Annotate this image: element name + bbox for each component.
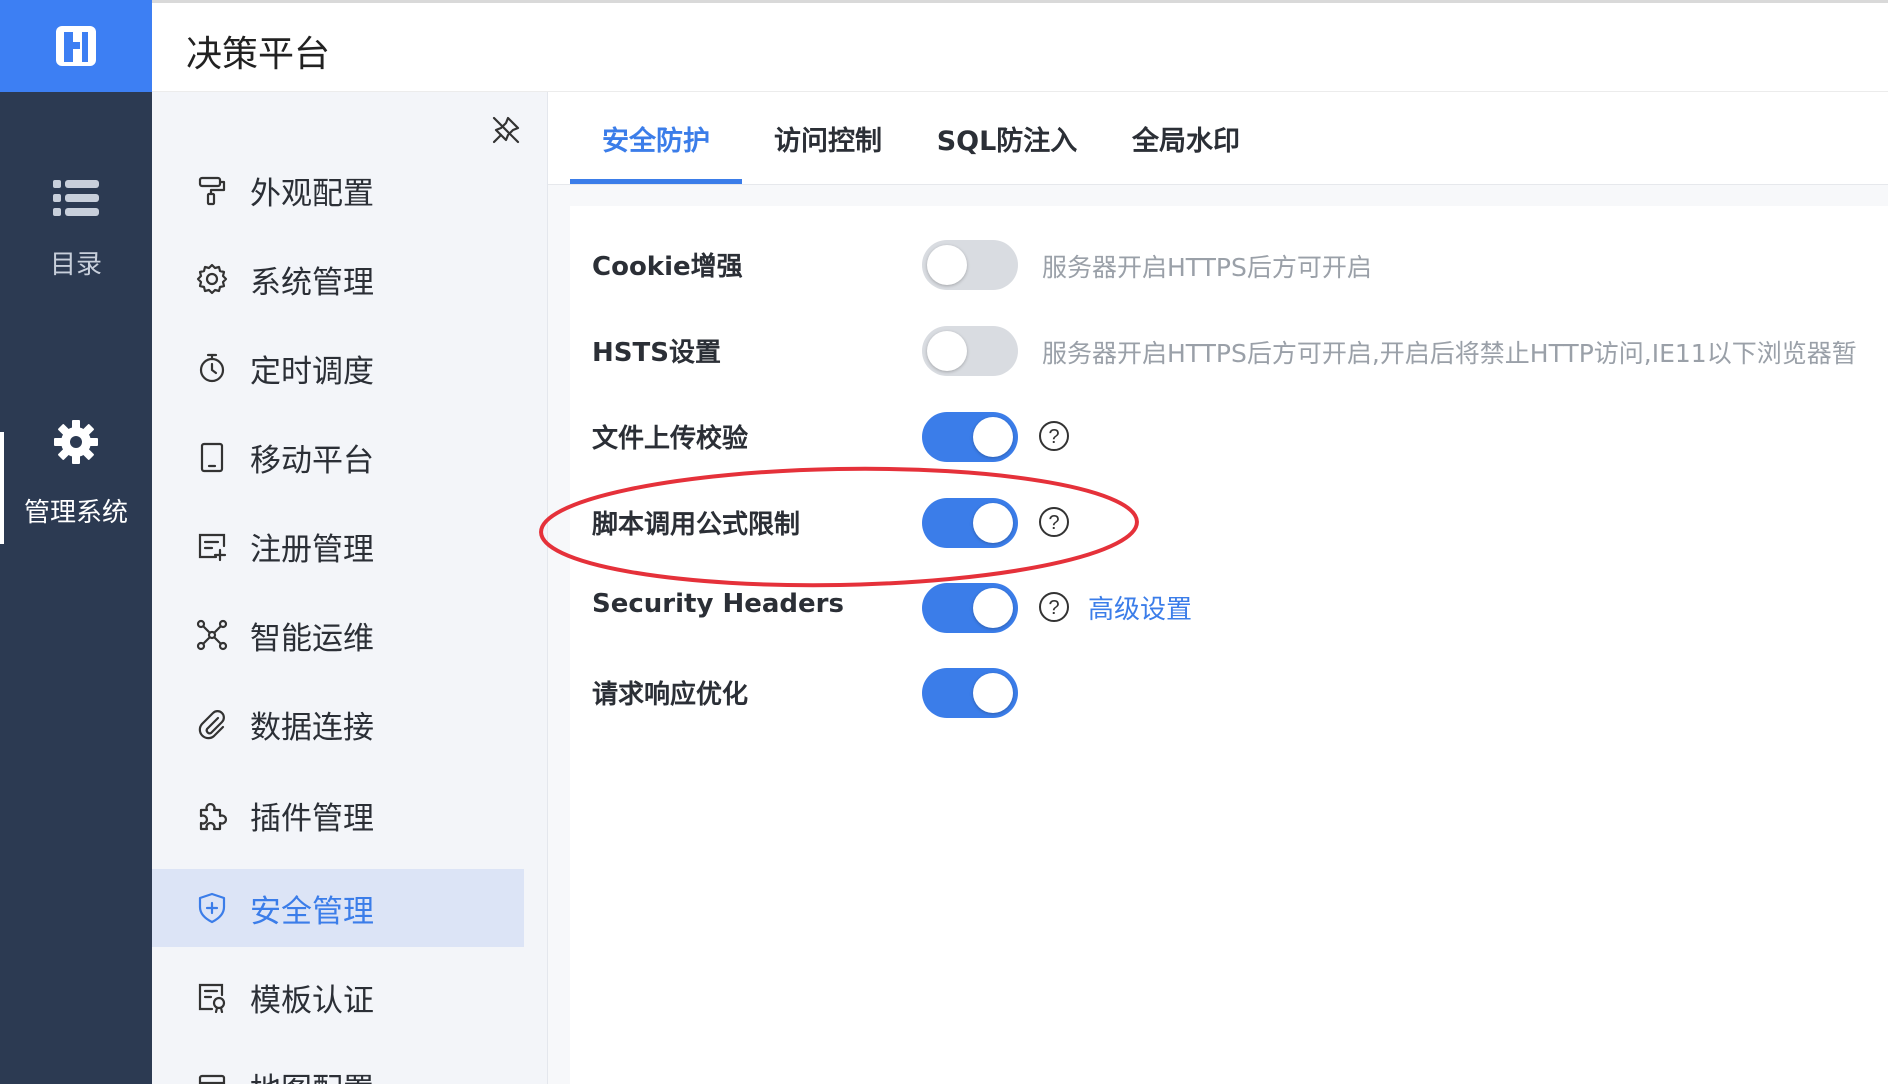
menu-item-label: 注册管理 [250, 531, 374, 568]
setting-hint: 服务器开启HTTPS后方可开启 [1042, 253, 1372, 282]
svg-text:?: ? [1048, 426, 1059, 448]
toggle-knob [973, 417, 1013, 457]
setting-label: 文件上传校验 [592, 424, 749, 454]
paint-roller-icon [194, 172, 230, 208]
menu-item-label: 系统管理 [250, 264, 374, 301]
menu-item-schedule[interactable]: 定时调度 [152, 329, 524, 407]
content-area: 安全防护 访问控制 SQL防注入 全局水印 Cookie增强 服务器开启HTTP… [548, 92, 1888, 1084]
menu-item-label: 插件管理 [250, 800, 374, 837]
secondary-menu: 外观配置 系统管理 定时调度 移动平台 注册管理 智能运维 数据连接 插件管理 … [152, 92, 548, 1084]
response-opt-toggle[interactable] [922, 668, 1018, 718]
tablet-icon [194, 439, 230, 475]
setting-label: HSTS设置 [592, 338, 721, 368]
menu-item-label: 模板认证 [250, 982, 374, 1019]
rail-item-management[interactable]: 管理系统 [0, 418, 152, 529]
certificate-icon [194, 979, 230, 1015]
menu-item-label: 数据连接 [250, 709, 374, 746]
setting-row-upload-check: 文件上传校验 ? [570, 406, 1888, 466]
toggle-knob [973, 673, 1013, 713]
setting-row-security-headers: Security Headers ? 高级设置 [570, 577, 1888, 637]
menu-item-template-auth[interactable]: 模板认证 [152, 958, 524, 1036]
setting-hint: 服务器开启HTTPS后方可开启,开启后将禁止HTTP访问,IE11以下浏览器暂 [1042, 339, 1857, 368]
svg-text:?: ? [1048, 597, 1059, 619]
active-tab-indicator [570, 179, 742, 184]
script-formula-toggle[interactable] [922, 498, 1018, 548]
shield-icon [194, 890, 230, 926]
left-rail: 目录 管理系统 [0, 0, 152, 1084]
list-icon [53, 180, 99, 216]
cookie-toggle[interactable] [922, 240, 1018, 290]
menu-item-label: 安全管理 [250, 893, 374, 930]
toggle-knob [973, 503, 1013, 543]
menu-item-register[interactable]: 注册管理 [152, 507, 524, 585]
advanced-settings-link[interactable]: 高级设置 [1088, 589, 1192, 626]
toggle-knob [927, 245, 967, 285]
menu-item-appearance[interactable]: 外观配置 [152, 151, 524, 229]
logo-icon [56, 26, 96, 66]
map-icon [194, 1068, 230, 1084]
gear-outline-icon [194, 261, 230, 297]
register-icon [194, 528, 230, 564]
toggle-knob [973, 588, 1013, 628]
tab-bar: 安全防护 访问控制 SQL防注入 全局水印 [548, 92, 1888, 185]
toggle-knob [927, 331, 967, 371]
tab-access-control[interactable]: 访问控制 [742, 92, 914, 185]
setting-label: Cookie增强 [592, 252, 743, 282]
menu-item-label: 智能运维 [250, 620, 374, 657]
tab-global-watermark[interactable]: 全局水印 [1100, 92, 1272, 185]
menu-item-map[interactable]: 地图配置 [152, 1047, 524, 1084]
upload-check-toggle[interactable] [922, 412, 1018, 462]
menu-item-label: 地图配置 [250, 1064, 374, 1084]
menu-item-label: 定时调度 [250, 353, 374, 390]
help-icon[interactable]: ? [1038, 506, 1070, 538]
paperclip-icon [194, 706, 230, 742]
menu-item-data-connection[interactable]: 数据连接 [152, 685, 524, 763]
network-icon [194, 617, 230, 653]
settings-panel: Cookie增强 服务器开启HTTPS后方可开启 HSTS设置 服务器开启HTT… [570, 206, 1888, 1084]
help-icon[interactable]: ? [1038, 420, 1070, 452]
unpin-icon[interactable] [490, 114, 522, 146]
hsts-toggle[interactable] [922, 326, 1018, 376]
setting-label: 脚本调用公式限制 [592, 510, 801, 540]
rail-item-directory[interactable]: 目录 [0, 178, 152, 281]
timer-icon [194, 350, 230, 386]
menu-item-label: 移动平台 [250, 442, 374, 479]
app-logo[interactable] [0, 0, 152, 92]
help-icon[interactable]: ? [1038, 591, 1070, 623]
menu-item-system[interactable]: 系统管理 [152, 240, 524, 318]
rail-item-label: 目录 [49, 250, 102, 280]
page-title: 决策平台 [186, 34, 331, 75]
puzzle-icon [194, 797, 230, 833]
menu-item-ops[interactable]: 智能运维 [152, 596, 524, 674]
top-header: 决策平台 [152, 3, 1888, 92]
setting-row-hsts: HSTS设置 服务器开启HTTPS后方可开启,开启后将禁止HTTP访问,IE11… [570, 320, 1888, 380]
setting-row-script-formula: 脚本调用公式限制 ? [570, 492, 1888, 552]
security-headers-toggle[interactable] [922, 583, 1018, 633]
menu-item-security[interactable]: 安全管理 [152, 869, 524, 947]
menu-item-mobile[interactable]: 移动平台 [152, 418, 524, 496]
tab-sql-injection[interactable]: SQL防注入 [914, 92, 1100, 185]
rail-item-label: 管理系统 [23, 498, 128, 528]
setting-row-response-opt: 请求响应优化 [570, 662, 1888, 722]
gear-icon [54, 420, 98, 464]
menu-item-plugins[interactable]: 插件管理 [152, 776, 524, 854]
setting-row-cookie: Cookie增强 服务器开启HTTPS后方可开启 [570, 234, 1888, 294]
menu-item-label: 外观配置 [250, 175, 374, 212]
setting-label: 请求响应优化 [592, 680, 749, 710]
setting-label: Security Headers [592, 589, 844, 619]
svg-text:?: ? [1048, 512, 1059, 534]
tab-security-protection[interactable]: 安全防护 [570, 92, 742, 185]
